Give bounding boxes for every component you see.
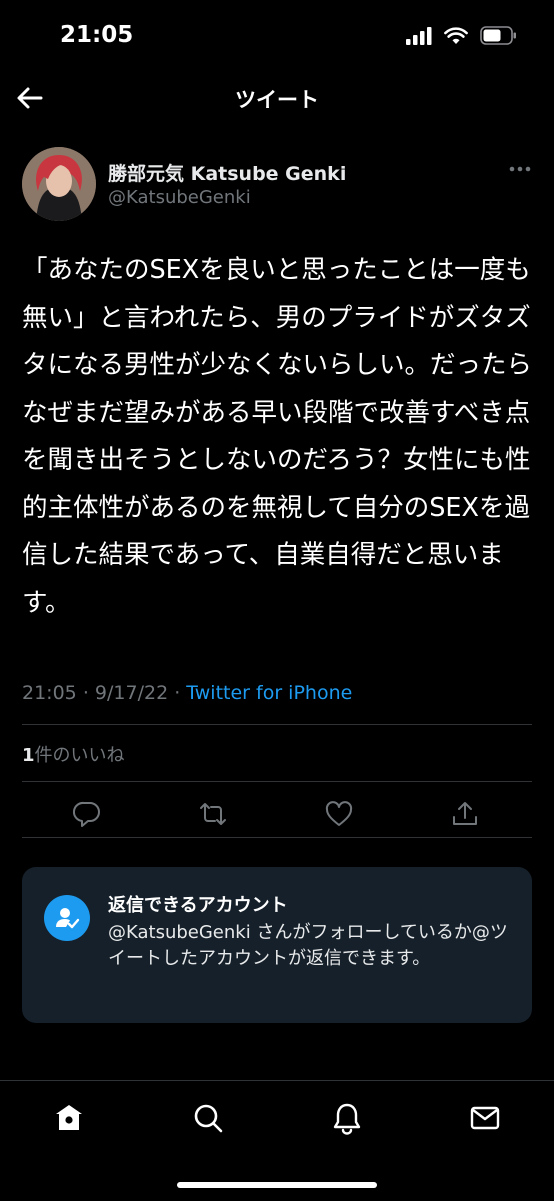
- more-options-icon[interactable]: [508, 165, 532, 173]
- like-icon[interactable]: [324, 799, 354, 829]
- avatar[interactable]: [22, 147, 96, 221]
- likes-number: 1: [22, 745, 35, 766]
- divider: [22, 781, 532, 782]
- search-icon[interactable]: [191, 1101, 225, 1135]
- reply-restriction-icon: [44, 895, 90, 941]
- status-bar: 21:05: [0, 0, 554, 74]
- meta-separator: ·: [174, 682, 181, 704]
- status-time: 21:05: [60, 22, 134, 48]
- divider: [22, 837, 532, 838]
- battery-icon: [480, 26, 516, 45]
- divider: [22, 724, 532, 725]
- page-title: ツイート: [235, 88, 319, 112]
- author-name[interactable]: 勝部元気 Katsube Genki: [108, 159, 346, 186]
- retweet-icon[interactable]: [198, 799, 228, 829]
- tweet-date[interactable]: 9/17/22: [95, 682, 168, 704]
- home-indicator: [177, 1182, 377, 1188]
- meta-separator: ·: [82, 682, 89, 704]
- messages-icon[interactable]: [468, 1101, 502, 1135]
- reply-restriction-title: 返信できるアカウント: [108, 895, 288, 916]
- reply-restriction-body: @KatsubeGenki さんがフォローしているか@ツイートしたアカウントが返…: [108, 922, 508, 969]
- share-icon[interactable]: [450, 799, 480, 829]
- tweet-author: 勝部元気 Katsube Genki @KatsubeGenki: [22, 147, 532, 221]
- tweet-meta: 21:05 · 9/17/22 · Twitter for iPhone: [22, 682, 352, 704]
- likes-label: 件のいいね: [34, 745, 125, 766]
- author-handle[interactable]: @KatsubeGenki: [108, 187, 251, 208]
- notifications-icon[interactable]: [330, 1101, 364, 1135]
- tweet-source-link[interactable]: Twitter for iPhone: [186, 682, 352, 704]
- tweet-text: 「あなたのSEXを良いと思ったことは一度も無い」と言われたら、男のプライドがズタ…: [22, 255, 533, 618]
- home-icon[interactable]: [52, 1101, 86, 1135]
- wifi-icon: [444, 26, 468, 44]
- reply-icon[interactable]: [72, 799, 102, 829]
- cellular-signal-icon: [406, 26, 432, 45]
- tweet-actions: [22, 795, 532, 831]
- status-icons: [406, 26, 518, 45]
- likes-count[interactable]: 1件のいいね: [22, 741, 125, 767]
- nav-header: ツイート: [0, 74, 554, 124]
- tweet-time[interactable]: 21:05: [22, 682, 77, 704]
- reply-restriction-card: 返信できるアカウント @KatsubeGenki さんがフォローしているか@ツイ…: [22, 867, 532, 1023]
